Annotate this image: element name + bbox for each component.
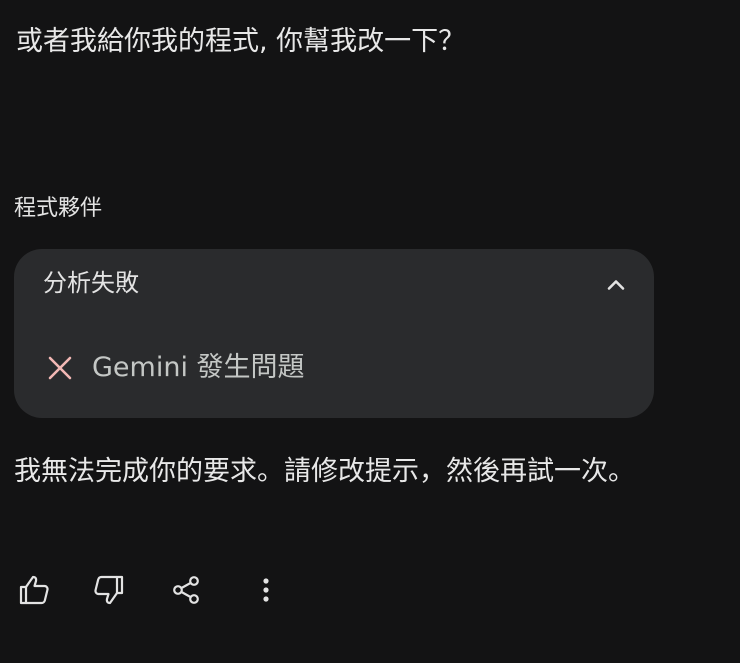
close-icon [46,354,74,382]
collapse-button[interactable] [596,265,636,305]
analysis-status-card: 分析失敗 Gemini 發生問題 [14,249,654,418]
more-vert-icon [263,578,269,602]
error-message: Gemini 發生問題 [92,352,305,383]
agent-name-label: 程式夥伴 [14,196,103,221]
thumb-up-button[interactable] [12,568,56,612]
thumb-down-icon [94,575,124,605]
status-card-title: 分析失敗 [43,269,139,297]
agent-reply: 我無法完成你的要求。請修改提示，然後再試一次。 [14,456,635,487]
thumb-down-button[interactable] [87,568,131,612]
share-button[interactable] [164,568,208,612]
chevron-up-icon [607,280,625,290]
error-row: Gemini 發生問題 [46,350,305,386]
more-options-button[interactable] [244,568,288,612]
response-actions [12,568,312,612]
share-icon [173,576,199,604]
user-message: 或者我給你我的程式, 你幫我改一下？ [16,26,466,57]
thumb-up-icon [19,575,49,605]
